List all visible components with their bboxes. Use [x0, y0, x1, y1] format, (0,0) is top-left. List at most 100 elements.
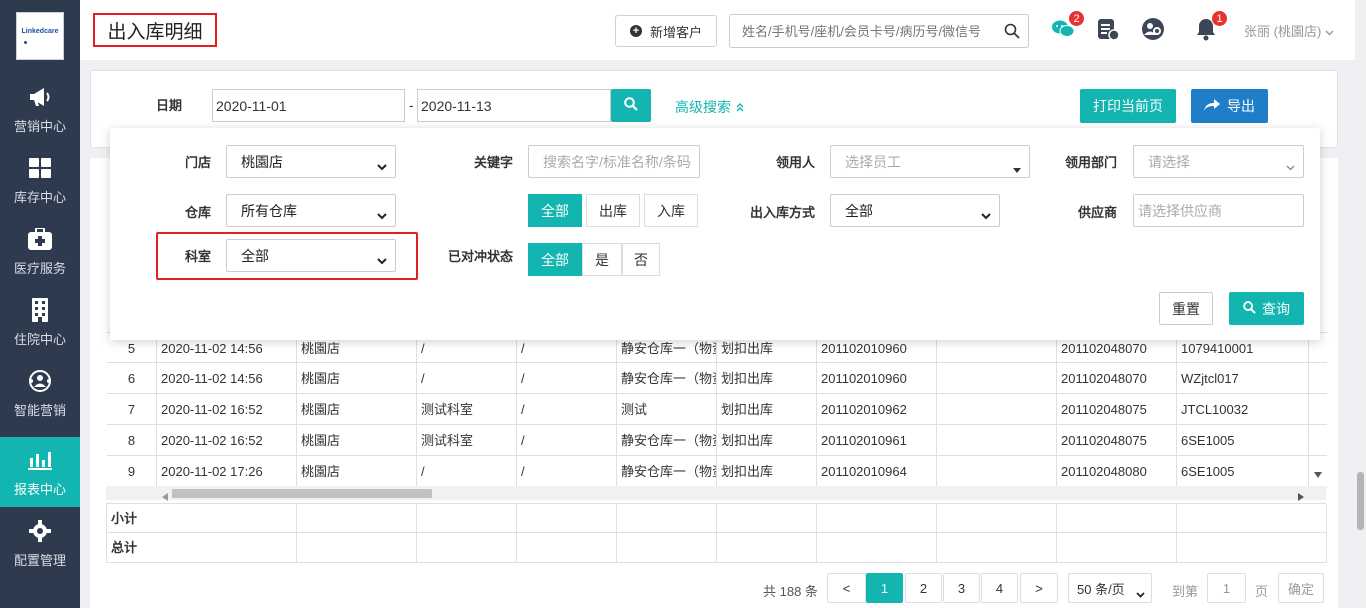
cell-dept: / [517, 363, 617, 394]
export-label: 导出 [1227, 98, 1255, 114]
team-icon [1140, 17, 1166, 44]
chevron-down-icon [981, 207, 991, 223]
chevron-down-icon [377, 158, 387, 174]
advanced-search-toggle[interactable]: 高级搜索 [675, 97, 745, 117]
date-search-button[interactable] [611, 89, 651, 122]
sidebar: Linkedcare 营销中心 库存中心 医疗服务 住院中心 智能营销 报表中心… [0, 0, 80, 608]
total-count: 共 188 条 [763, 584, 818, 599]
date-from-input[interactable]: 2020-11-01 [212, 89, 405, 122]
cell-method: 划扣出库 [717, 363, 817, 394]
export-button[interactable]: 导出 [1191, 89, 1268, 123]
page-2-button[interactable]: 2 [905, 573, 942, 603]
next-page-button[interactable]: > [1020, 573, 1058, 603]
query-button[interactable]: 查询 [1229, 292, 1304, 325]
cell-dept: / [517, 394, 617, 425]
supplier-input[interactable]: 请选择供应商 [1133, 194, 1304, 227]
page-size-value: 50 条/页 [1077, 581, 1125, 597]
clipboard-icon [1096, 17, 1120, 44]
receiver-select[interactable]: 选择员工 [830, 145, 1030, 178]
chevron-down-icon [377, 207, 387, 223]
user-menu[interactable]: 张丽 (桃園店) [1244, 21, 1334, 40]
goto-page-input[interactable]: 1 [1207, 573, 1246, 603]
app-logo[interactable]: Linkedcare [16, 12, 64, 60]
search-icon[interactable] [1004, 23, 1020, 42]
scroll-left-arrow-icon[interactable] [162, 489, 168, 504]
subtotal-cell [1057, 504, 1177, 534]
warehouse-select[interactable]: 所有仓库 [226, 194, 396, 227]
team-button[interactable] [1139, 16, 1167, 44]
keyword-placeholder: 搜索名字/标准名称/条码 [543, 153, 691, 170]
confirm-goto-button[interactable]: 确定 [1278, 573, 1324, 603]
wechat-button[interactable]: 2 [1049, 10, 1085, 44]
page-1-button[interactable]: 1 [866, 573, 903, 603]
logo-text: Linkedcare [21, 28, 59, 35]
sidebar-item-smart-marketing[interactable]: 智能营销 [0, 358, 80, 428]
search-icon [624, 97, 638, 114]
io-method-select[interactable]: 全部 [830, 194, 1000, 227]
search-icon [1243, 300, 1256, 317]
total-cell [817, 533, 937, 563]
notification-button[interactable]: 1 [1192, 10, 1228, 44]
cell-warehouse: 静安仓库一（物资 [617, 425, 717, 456]
sidebar-item-inpatient[interactable]: 住院中心 [0, 287, 80, 357]
cell-bill-no: 201102048075 [1057, 425, 1177, 456]
offset-no[interactable]: 否 [622, 243, 660, 276]
page-size-select[interactable]: 50 条/页 [1068, 573, 1152, 603]
subtotal-cell [417, 504, 517, 534]
cell-order-no: 201102010962 [817, 394, 937, 425]
io-method-label: 出入库方式 [750, 205, 816, 220]
chevron-down-icon [1286, 158, 1295, 174]
keyword-input[interactable]: 搜索名字/标准名称/条码 [528, 145, 700, 178]
table-horizontal-scrollbar[interactable] [106, 486, 1326, 501]
print-page-button[interactable]: 打印当前页 [1080, 89, 1176, 123]
tasks-button[interactable] [1094, 16, 1122, 44]
table-row[interactable]: 7 2020-11-02 16:52 桃園店 测试科室 / 测试 划扣出库 20… [107, 394, 1327, 425]
store-select[interactable]: 桃園店 [226, 145, 396, 178]
cell-store: 桃園店 [297, 394, 417, 425]
sidebar-item-medical[interactable]: 医疗服务 [0, 216, 80, 286]
page-4-button[interactable]: 4 [981, 573, 1018, 603]
prev-page-button[interactable]: < [827, 573, 866, 603]
sidebar-item-marketing[interactable]: 营销中心 [0, 74, 80, 144]
io-type-all[interactable]: 全部 [528, 194, 582, 227]
notification-badge: 1 [1211, 10, 1228, 27]
total-cell [1177, 533, 1327, 563]
offset-yes[interactable]: 是 [582, 243, 622, 276]
table-row[interactable]: 8 2020-11-02 16:52 桃園店 测试科室 / 静安仓库一（物资 划… [107, 425, 1327, 456]
room-select-value: 全部 [241, 247, 269, 264]
warehouse-select-value: 所有仓库 [241, 202, 297, 219]
subtotal-cell [517, 504, 617, 534]
sidebar-item-inventory[interactable]: 库存中心 [0, 145, 80, 215]
table-row[interactable]: 6 2020-11-02 14:56 桃園店 / / 静安仓库一（物资 划扣出库… [107, 363, 1327, 394]
cell-bill-no: 201102048075 [1057, 394, 1177, 425]
megaphone-icon [27, 84, 53, 110]
cell-empty [937, 425, 1057, 456]
cell-empty [937, 456, 1057, 487]
dept-select[interactable]: 请选择 [1133, 145, 1304, 178]
reset-button[interactable]: 重置 [1159, 292, 1213, 325]
top-header: 出入库明细 + 新增客户 2 1 张丽 (桃園店) [80, 0, 1355, 60]
sidebar-item-label: 营销中心 [13, 118, 66, 134]
sidebar-item-label: 报表中心 [13, 481, 66, 497]
date-to-input[interactable]: 2020-11-13 [417, 89, 611, 122]
cell-order-no: 201102010964 [817, 456, 937, 487]
page-scrollbar-thumb[interactable] [1357, 472, 1364, 530]
sidebar-item-config[interactable]: 配置管理 [0, 508, 80, 578]
global-search-input[interactable] [730, 15, 998, 47]
page-scrollbar[interactable] [1355, 0, 1366, 608]
io-type-in[interactable]: 入库 [644, 194, 698, 227]
share-icon [1204, 98, 1220, 114]
scrollbar-thumb[interactable] [172, 489, 432, 498]
scroll-right-arrow-icon[interactable] [1298, 489, 1304, 504]
sidebar-item-reports[interactable]: 报表中心 [0, 437, 80, 507]
page-3-button[interactable]: 3 [943, 573, 980, 603]
cell-room: / [417, 456, 517, 487]
total-cell [417, 533, 517, 563]
offset-all[interactable]: 全部 [528, 243, 582, 276]
table-row[interactable]: 9 2020-11-02 17:26 桃園店 / / 静安仓库一（物资 划扣出库… [107, 456, 1327, 487]
store-label: 门店 [185, 155, 212, 170]
room-select[interactable]: 全部 [226, 239, 396, 272]
add-customer-button[interactable]: + 新增客户 [615, 15, 717, 47]
scroll-down-arrow-icon[interactable] [1314, 466, 1322, 481]
io-type-out[interactable]: 出库 [586, 194, 640, 227]
